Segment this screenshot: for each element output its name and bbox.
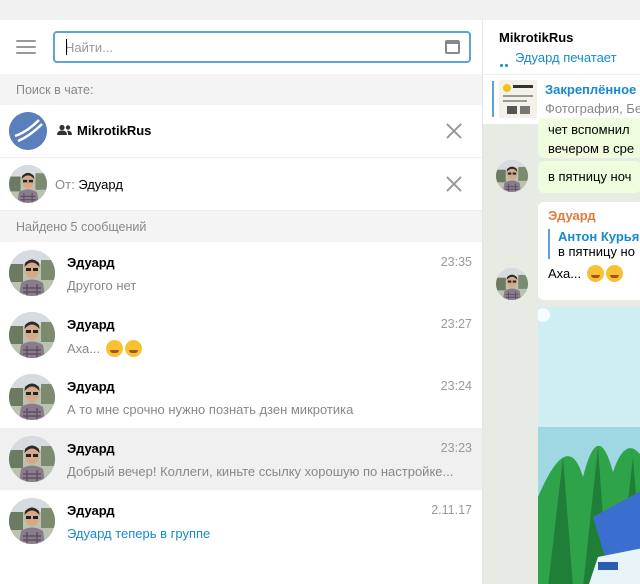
group-icon bbox=[57, 124, 72, 135]
message-bubble[interactable]: чет вспомнил вечером в сре bbox=[538, 118, 640, 158]
grinning-face-emoji bbox=[605, 265, 623, 282]
typing-status-text: Эдуард печатает bbox=[515, 50, 617, 65]
search-result-item[interactable]: Эдуард 23:24 А то мне срочно нужно позна… bbox=[0, 366, 482, 428]
chat-header[interactable]: MikrotikRus Эдуард печатает bbox=[483, 20, 640, 74]
result-sender-name: Эдуард bbox=[67, 255, 115, 270]
result-sender-name: Эдуард bbox=[67, 317, 115, 332]
result-text: Аха... bbox=[67, 341, 101, 356]
grinning-squinting-face-emoji bbox=[586, 265, 604, 282]
chat-title: MikrotikRus bbox=[499, 30, 574, 45]
filter-chat[interactable]: MikrotikRus bbox=[0, 105, 482, 158]
message-text: в пятницу ноч bbox=[548, 169, 632, 184]
search-bar bbox=[0, 20, 482, 74]
grinning-squinting-face-emoji bbox=[105, 340, 123, 357]
pinned-photo-thumbnail bbox=[499, 80, 537, 118]
search-panel: Поиск в чате: MikrotikRus От: Эдуард Най… bbox=[0, 20, 482, 584]
message-text-container: Аха... bbox=[548, 265, 639, 282]
typing-dots-icon bbox=[500, 55, 512, 67]
reply-text: в пятницу но bbox=[558, 244, 635, 259]
grinning-face-emoji bbox=[124, 340, 142, 357]
search-result-item-selected[interactable]: Эдуард 23:23 Добрый вечер! Коллеги, кинь… bbox=[0, 428, 482, 490]
search-input[interactable] bbox=[55, 33, 425, 61]
chat-panel: MikrotikRus Эдуард печатает Закреплённое… bbox=[483, 20, 640, 584]
close-icon[interactable] bbox=[446, 123, 462, 139]
message-bubble[interactable]: Эдуард Антон Курья в пятницу но Аха... bbox=[538, 202, 640, 300]
pinned-title: Закреплённое bbox=[545, 82, 637, 97]
result-sender-name: Эдуард bbox=[67, 503, 115, 518]
results-header: Найдено 5 сообщений bbox=[0, 211, 482, 242]
pinned-accent-bar bbox=[492, 81, 494, 117]
calendar-icon[interactable] bbox=[445, 40, 460, 54]
avatar bbox=[9, 436, 55, 482]
pinned-message-bar[interactable]: Закреплённое Фотография, Бе bbox=[483, 74, 640, 124]
message-text: вечером в сре bbox=[548, 141, 635, 156]
search-field[interactable] bbox=[53, 31, 471, 63]
filter-chat-name: MikrotikRus bbox=[77, 123, 152, 138]
text-caret bbox=[66, 39, 67, 55]
result-text: А то мне срочно нужно познать дзен микро… bbox=[67, 402, 354, 417]
search-result-item[interactable]: Эдуард 2.11.17 Эдуард теперь в группе bbox=[0, 490, 482, 552]
pinned-text: Фотография, Бе bbox=[545, 101, 640, 116]
avatar bbox=[9, 312, 55, 358]
close-icon[interactable] bbox=[446, 176, 462, 192]
photo-message[interactable] bbox=[538, 307, 640, 584]
avatar bbox=[9, 165, 47, 203]
avatar bbox=[9, 250, 55, 296]
result-text-container: Аха... bbox=[67, 340, 472, 357]
result-text: Другого нет bbox=[67, 278, 137, 293]
result-time: 2.11.17 bbox=[431, 503, 472, 517]
filter-section-header: Поиск в чате: bbox=[0, 74, 482, 105]
avatar bbox=[9, 498, 55, 544]
result-time: 23:27 bbox=[440, 317, 472, 331]
typing-status: Эдуард печатает bbox=[499, 50, 640, 67]
reply-author: Антон Курья bbox=[558, 229, 640, 244]
result-sender-name: Эдуард bbox=[67, 379, 115, 394]
message-bubble[interactable]: в пятницу ноч bbox=[538, 161, 640, 193]
result-service-text: Эдуард теперь в группе bbox=[67, 526, 211, 541]
chat-avatar bbox=[9, 112, 47, 150]
reply-quote[interactable]: Антон Курья в пятницу но bbox=[548, 229, 639, 259]
filter-from-user[interactable]: От: Эдуард bbox=[0, 158, 482, 211]
search-result-item[interactable]: Эдуард 23:35 Другого нет bbox=[0, 242, 482, 304]
message-author: Эдуард bbox=[548, 208, 596, 223]
hamburger-icon[interactable] bbox=[16, 40, 36, 54]
avatar[interactable] bbox=[496, 268, 528, 300]
result-sender-name: Эдуард bbox=[67, 441, 115, 456]
avatar bbox=[9, 374, 55, 420]
message-text: чет вспомнил bbox=[548, 122, 630, 137]
avatar[interactable] bbox=[496, 160, 528, 192]
window-top-strip bbox=[0, 0, 640, 20]
result-time: 23:35 bbox=[440, 255, 472, 269]
result-text: Добрый вечер! Коллеги, киньте ссылку хор… bbox=[67, 464, 454, 479]
result-time: 23:24 bbox=[440, 379, 472, 393]
filter-from-label: От: Эдуард bbox=[55, 177, 123, 192]
message-text: Аха... bbox=[548, 266, 582, 281]
result-time: 23:23 bbox=[440, 441, 472, 455]
search-result-item[interactable]: Эдуард 23:27 Аха... bbox=[0, 304, 482, 366]
